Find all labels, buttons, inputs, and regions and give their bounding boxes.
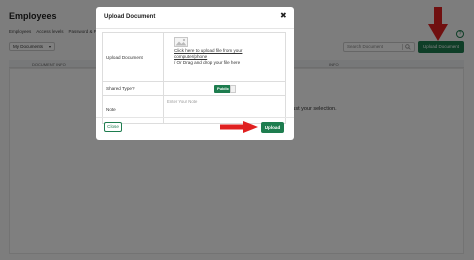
file-dropzone[interactable]: Click here to upload file from your comp… xyxy=(164,33,285,81)
toggle-label: Public xyxy=(217,86,230,91)
modal-title: Upload Document xyxy=(104,14,156,20)
modal-header-divider xyxy=(96,28,294,29)
shared-type-label: Shared Type? xyxy=(103,82,164,95)
modal-footer-divider xyxy=(96,117,294,118)
image-placeholder-icon xyxy=(174,37,188,47)
note-input[interactable]: Enter Your Note xyxy=(164,96,285,123)
drag-drop-text: / Or Drag and drop your file here xyxy=(174,60,241,65)
close-icon[interactable]: ✖ xyxy=(280,11,287,21)
toggle-knob xyxy=(230,85,236,93)
upload-file-link[interactable]: Click here to upload file from your comp… xyxy=(174,48,264,59)
upload-document-modal: Upload Document ✖ Upload Document Click … xyxy=(96,7,294,140)
close-button[interactable]: Close xyxy=(104,122,122,132)
upload-form: Upload Document Click here to upload fil… xyxy=(102,32,286,124)
file-label: Upload Document xyxy=(103,33,164,81)
arrow-right-icon xyxy=(220,121,258,133)
upload-button[interactable]: Upload xyxy=(261,122,284,133)
note-label: Note xyxy=(103,96,164,123)
form-row-note: Note Enter Your Note xyxy=(103,96,285,123)
note-placeholder: Enter Your Note xyxy=(167,99,198,104)
form-row-shared-type: Shared Type? Public xyxy=(103,82,285,96)
form-row-file: Upload Document Click here to upload fil… xyxy=(103,33,285,82)
shared-type-toggle[interactable]: Public xyxy=(214,85,236,93)
